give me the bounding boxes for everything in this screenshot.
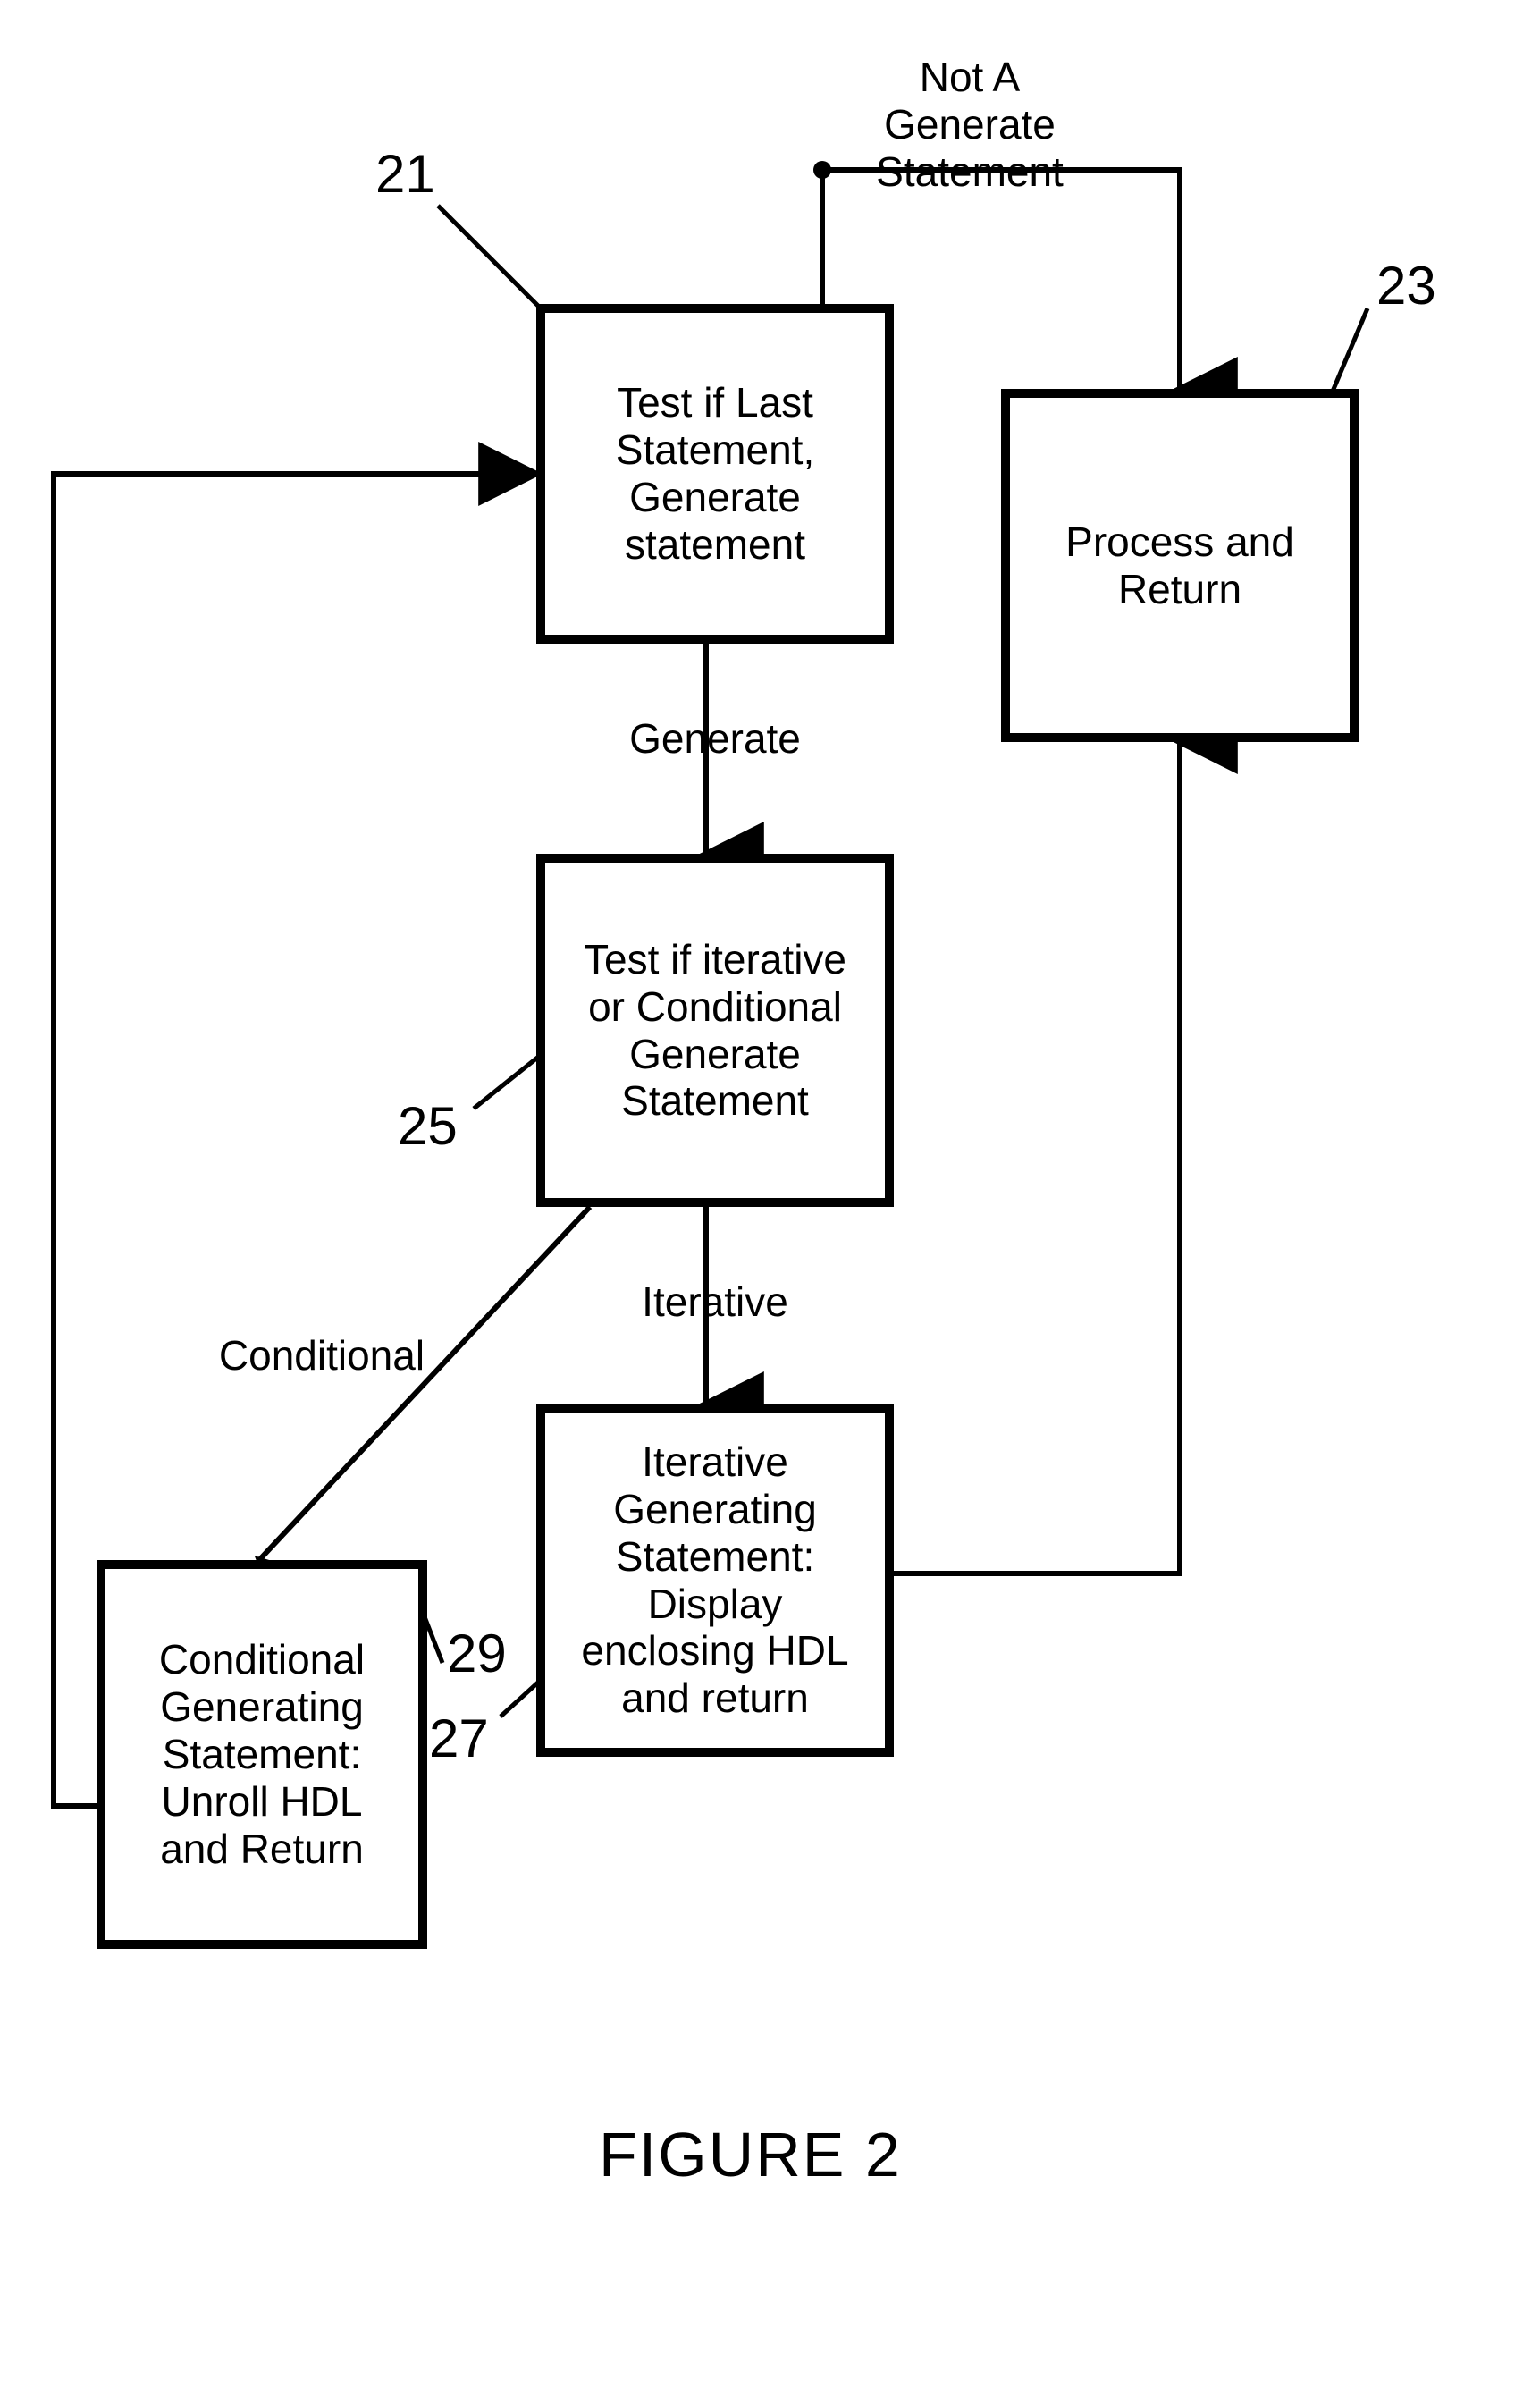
- label-generate: Generate: [617, 715, 813, 763]
- box-27-text: Iterative Generating Statement: Display …: [563, 1438, 867, 1722]
- box-test-last-statement: Test if Last Statement, Generate stateme…: [536, 304, 894, 644]
- ref-25: 25: [398, 1095, 458, 1157]
- box-25-text: Test if iterative or Conditional Generat…: [563, 936, 867, 1126]
- figure-caption: FIGURE 2: [599, 2119, 902, 2190]
- ref-23: 23: [1376, 255, 1436, 316]
- ref-27: 27: [429, 1708, 489, 1769]
- box-29-text: Conditional Generating Statement: Unroll…: [123, 1636, 400, 1872]
- box-21-text: Test if Last Statement, Generate stateme…: [563, 379, 867, 569]
- label-not-generate: Not A Generate Statement: [836, 54, 1104, 196]
- label-iterative: Iterative: [626, 1278, 804, 1326]
- box-conditional-generating: Conditional Generating Statement: Unroll…: [97, 1560, 427, 1949]
- box-iterative-generating: Iterative Generating Statement: Display …: [536, 1404, 894, 1757]
- diagram-stage: Test if Last Statement, Generate stateme…: [0, 0, 1540, 2404]
- label-conditional: Conditional: [197, 1332, 447, 1379]
- ref-21: 21: [375, 143, 435, 205]
- box-23-text: Process and Return: [1028, 519, 1332, 613]
- ref-29: 29: [447, 1623, 507, 1684]
- box-process-return: Process and Return: [1001, 389, 1359, 742]
- box-test-iterative-conditional: Test if iterative or Conditional Generat…: [536, 854, 894, 1207]
